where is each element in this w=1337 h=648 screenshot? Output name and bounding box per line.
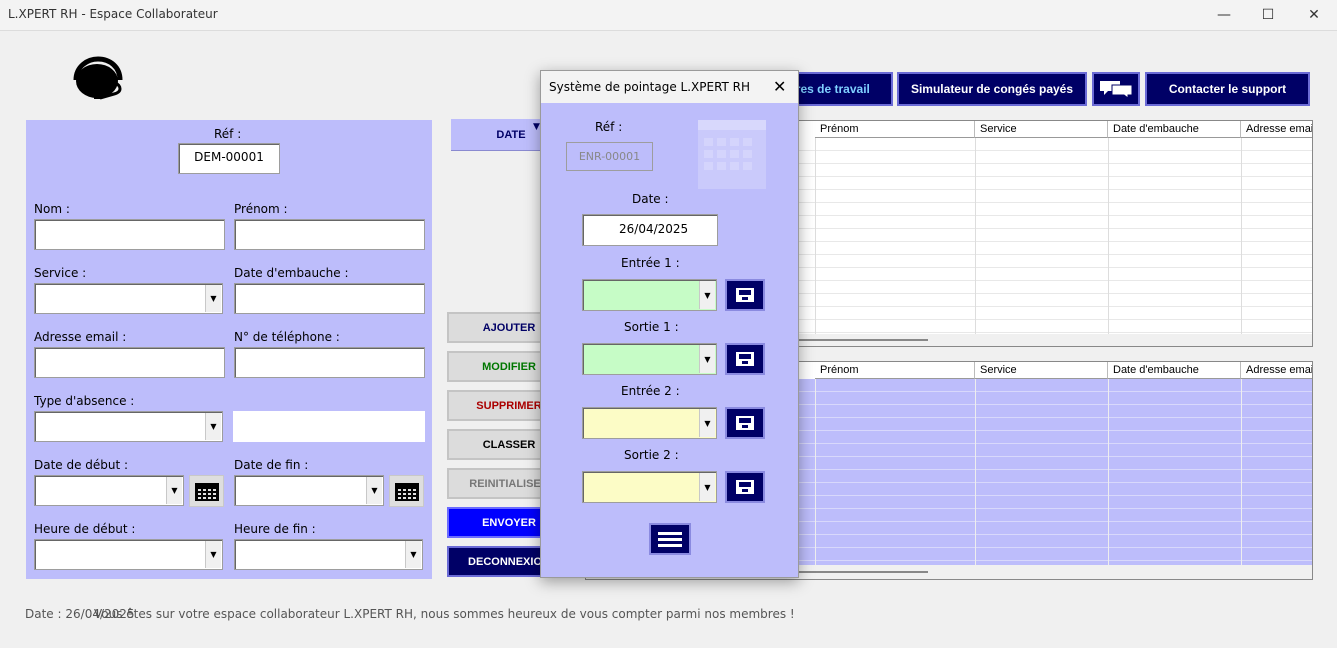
pointage-dialog: Système de pointage L.XPERT RH ✕ Réf : E…	[540, 70, 799, 578]
date-debut-select[interactable]: ▼	[34, 475, 184, 506]
date-fin-label: Date de fin :	[234, 458, 309, 472]
prenom-input[interactable]	[234, 219, 425, 250]
sortie1-save-button[interactable]	[725, 343, 765, 375]
nom-label: Nom :	[34, 202, 70, 216]
simulateur-conges-button[interactable]: Simulateur de congés payés	[897, 72, 1087, 106]
grid-top-header-service[interactable]: Service	[975, 121, 1108, 138]
entree1-select[interactable]: ▼	[582, 279, 717, 311]
dialog-date-label: Date :	[632, 192, 669, 206]
maximize-button[interactable]: ☐	[1246, 4, 1290, 26]
save-icon	[736, 416, 754, 430]
dropdown-arrow-icon: ▼	[533, 122, 540, 132]
grid-top-header-email[interactable]: Adresse emai	[1241, 121, 1312, 138]
grid-bottom-header-date-embauche[interactable]: Date d'embauche	[1108, 362, 1241, 379]
chevron-down-icon[interactable]: ▼	[205, 541, 221, 568]
service-select[interactable]: ▼	[34, 283, 223, 314]
contacter-support-button[interactable]: Contacter le support	[1145, 72, 1310, 106]
heure-debut-select[interactable]: ▼	[34, 539, 223, 570]
telephone-label: N° de téléphone :	[234, 330, 340, 344]
dialog-title: Système de pointage L.XPERT RH	[549, 80, 751, 94]
grid-top-header-date-embauche[interactable]: Date d'embauche	[1108, 121, 1241, 138]
status-welcome: Vous êtes sur votre espace collaborateur…	[94, 607, 795, 621]
absence-detail-field[interactable]	[233, 411, 425, 442]
chevron-down-icon[interactable]: ▼	[366, 477, 382, 504]
date-fin-calendar-button[interactable]	[389, 475, 424, 507]
email-input[interactable]	[34, 347, 225, 378]
service-label: Service :	[34, 266, 87, 280]
date-embauche-label: Date d'embauche :	[234, 266, 349, 280]
grid-bottom-header-email[interactable]: Adresse emai	[1241, 362, 1312, 379]
close-window-button[interactable]: ✕	[1292, 4, 1336, 26]
nom-input[interactable]	[34, 219, 225, 250]
heure-fin-label: Heure de fin :	[234, 522, 316, 536]
entree2-select[interactable]: ▼	[582, 407, 717, 439]
calendar-icon	[194, 483, 219, 501]
date-debut-calendar-button[interactable]	[189, 475, 224, 507]
entree2-save-button[interactable]	[725, 407, 765, 439]
chat-bubbles-icon	[1100, 81, 1133, 99]
window-title: L.XPERT RH - Espace Collaborateur	[8, 7, 218, 21]
chevron-down-icon[interactable]: ▼	[205, 285, 221, 312]
dialog-titlebar: Système de pointage L.XPERT RH ✕	[541, 71, 798, 103]
dialog-close-button[interactable]: ✕	[773, 77, 786, 96]
grid-top-header-prenom[interactable]: Prénom	[815, 121, 975, 138]
calendar-icon	[698, 120, 766, 189]
calendar-icon	[394, 483, 419, 501]
grid-bottom-header-prenom[interactable]: Prénom	[815, 362, 975, 379]
window-titlebar: L.XPERT RH - Espace Collaborateur — ☐ ✕	[0, 0, 1337, 30]
hamburger-menu-icon	[658, 532, 682, 547]
headset-logo-icon	[70, 56, 126, 104]
ref-field[interactable]: DEM-00001	[178, 143, 280, 174]
entree1-label: Entrée 1 :	[621, 256, 680, 270]
chat-button[interactable]	[1092, 72, 1140, 106]
dialog-ref-field: ENR-00001	[566, 142, 653, 171]
minimize-button[interactable]: —	[1202, 4, 1246, 26]
type-absence-select[interactable]: ▼	[34, 411, 223, 442]
date-debut-label: Date de début :	[34, 458, 129, 472]
chevron-down-icon[interactable]: ▼	[699, 281, 715, 309]
sortie1-select[interactable]: ▼	[582, 343, 717, 375]
heure-fin-select[interactable]: ▼	[234, 539, 423, 570]
sortie1-label: Sortie 1 :	[624, 320, 679, 334]
save-icon	[736, 288, 754, 302]
grid-bottom-header-service[interactable]: Service	[975, 362, 1108, 379]
entree2-label: Entrée 2 :	[621, 384, 680, 398]
dialog-ref-label: Réf :	[595, 120, 623, 134]
chevron-down-icon[interactable]: ▼	[699, 345, 715, 373]
chevron-down-icon[interactable]: ▼	[166, 477, 182, 504]
sortie2-label: Sortie 2 :	[624, 448, 679, 462]
type-absence-label: Type d'absence :	[34, 394, 135, 408]
entree1-save-button[interactable]	[725, 279, 765, 311]
save-icon	[736, 352, 754, 366]
sortie2-select[interactable]: ▼	[582, 471, 717, 503]
dialog-menu-button[interactable]	[649, 523, 691, 555]
sortie2-save-button[interactable]	[725, 471, 765, 503]
chevron-down-icon[interactable]: ▼	[405, 541, 421, 568]
status-date-label: Date :	[25, 607, 62, 621]
save-icon	[736, 480, 754, 494]
prenom-label: Prénom :	[234, 202, 288, 216]
date-fin-select[interactable]: ▼	[234, 475, 384, 506]
chevron-down-icon[interactable]: ▼	[699, 473, 715, 501]
chevron-down-icon[interactable]: ▼	[699, 409, 715, 437]
heure-debut-label: Heure de début :	[34, 522, 136, 536]
telephone-input[interactable]	[234, 347, 425, 378]
ref-label: Réf :	[214, 127, 242, 141]
email-label: Adresse email :	[34, 330, 127, 344]
date-embauche-input[interactable]	[234, 283, 425, 314]
dialog-date-input[interactable]: 26/04/2025	[582, 214, 718, 246]
chevron-down-icon[interactable]: ▼	[205, 413, 221, 440]
